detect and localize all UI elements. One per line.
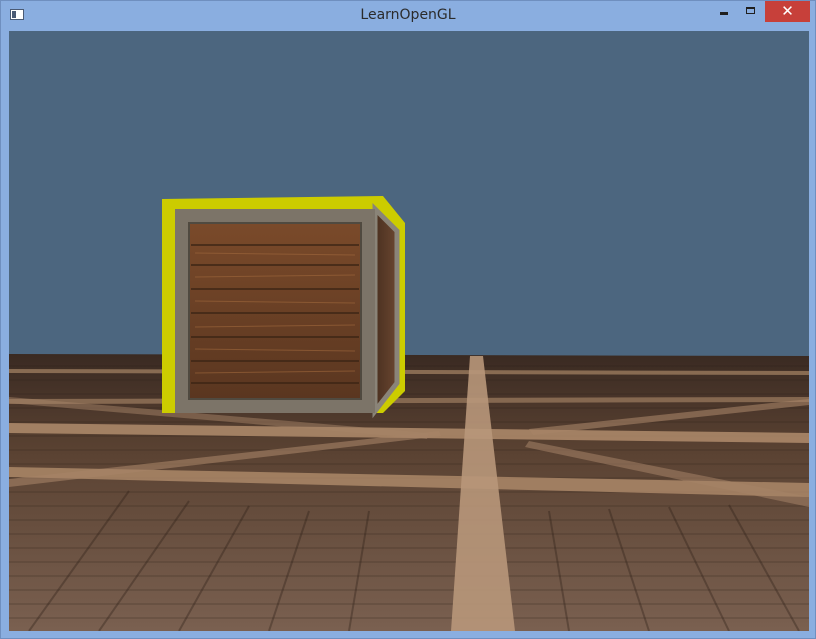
floor-plane: [9, 354, 809, 631]
minimize-button[interactable]: [710, 1, 737, 22]
rendered-scene: [9, 31, 809, 631]
app-window: LearnOpenGL ✕: [0, 0, 816, 639]
opengl-viewport[interactable]: [9, 31, 809, 631]
title-bar[interactable]: LearnOpenGL ✕: [1, 1, 815, 31]
window-title: LearnOpenGL: [360, 7, 456, 23]
wooden-container: [162, 196, 405, 419]
maximize-button[interactable]: [737, 1, 763, 22]
close-button[interactable]: ✕: [765, 1, 810, 22]
close-icon: ✕: [781, 2, 794, 20]
